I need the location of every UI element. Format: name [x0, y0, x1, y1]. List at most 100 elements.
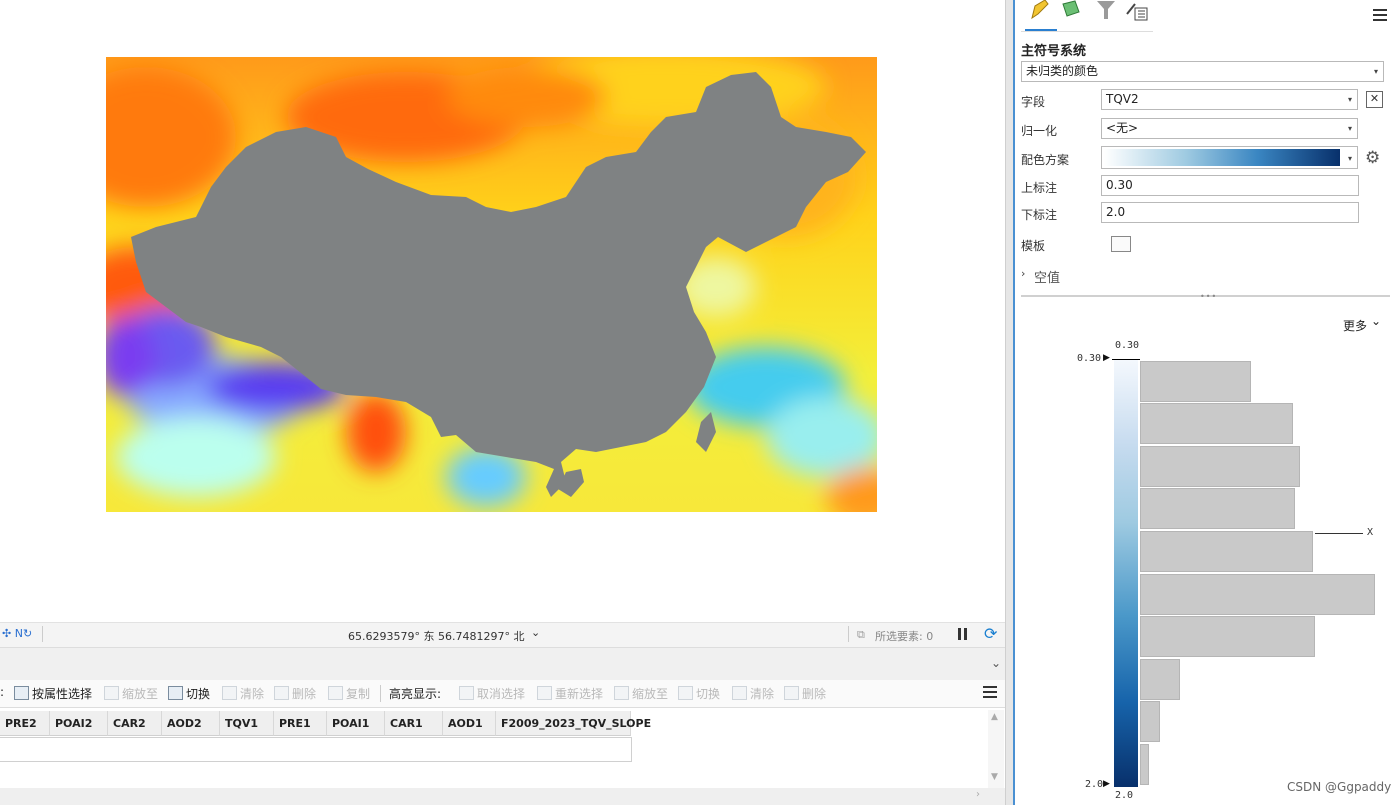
zoom-icon — [104, 686, 119, 700]
tab-vary-symbology[interactable] — [1061, 0, 1083, 20]
switch-selection-button[interactable]: 切换 — [168, 685, 210, 702]
reselect-button[interactable]: 重新选择 — [537, 685, 603, 702]
normalize-dropdown[interactable]: <无> ▾ — [1101, 118, 1358, 139]
lower-marker-icon[interactable]: ▶ — [1103, 779, 1110, 789]
primary-symbology-dropdown[interactable]: 未归类的颜色 ▾ — [1021, 61, 1384, 82]
histogram-bar — [1140, 659, 1180, 700]
color-scheme-label: 配色方案 — [1021, 153, 1070, 167]
zoom-to-button[interactable]: 缩放至 — [104, 685, 158, 702]
upper-label-label: 上标注 — [1021, 181, 1058, 195]
column-header[interactable]: PRE2 — [0, 711, 50, 736]
field-label: 字段 — [1021, 95, 1046, 109]
color-ramp-swatch — [1104, 149, 1340, 166]
lower-label-input[interactable]: 2.0 — [1101, 202, 1359, 223]
table-vertical-scrollbar[interactable]: ▲ ▼ — [988, 710, 1004, 788]
pane-menu-icon[interactable] — [1373, 9, 1387, 11]
template-label: 模板 — [1021, 239, 1046, 253]
coordinate-format-chevron-icon[interactable]: ⌄ — [531, 626, 540, 639]
pane-options-chevron-icon[interactable]: ⌄ — [991, 656, 1001, 670]
table-menu-icon[interactable] — [983, 686, 997, 688]
pause-icon-bar — [964, 628, 967, 640]
dropdown-arrow-icon: ▾ — [1347, 95, 1352, 104]
scroll-down-icon[interactable]: ▼ — [991, 772, 998, 782]
template-swatch[interactable] — [1111, 236, 1131, 252]
reselect-label: 重新选择 — [555, 687, 604, 701]
upper-label-input[interactable]: 0.30 — [1101, 175, 1359, 196]
lower-label-label: 下标注 — [1021, 208, 1058, 222]
tab-symbol-layer-filter[interactable] — [1095, 0, 1117, 20]
navigator-icon[interactable]: ✣ N↻ — [2, 627, 32, 640]
tab-primary-symbology[interactable] — [1029, 0, 1051, 20]
column-header[interactable]: CAR2 — [108, 711, 162, 736]
highlight-zoom-to-label: 缩放至 — [632, 687, 669, 701]
clear-label: 清除 — [240, 687, 265, 701]
color-scheme-dropdown[interactable]: ▾ — [1101, 146, 1358, 169]
upper-marker-icon[interactable]: ▶ — [1103, 353, 1110, 363]
column-header[interactable]: POAI2 — [50, 711, 108, 736]
histogram-bar — [1140, 574, 1375, 615]
coordinate-readout: 65.6293579° 东 56.7481297° 北 — [348, 630, 525, 643]
primary-symbology-title: 主符号系统 — [1021, 44, 1087, 59]
histogram-bar — [1140, 701, 1160, 742]
copy-selection-button[interactable]: 复制 — [328, 685, 370, 702]
mean-line — [1315, 533, 1363, 534]
delete-icon — [784, 686, 799, 700]
column-header[interactable]: F2009_2023_TQV_SLOPE — [496, 711, 651, 736]
reselect-icon — [537, 686, 552, 700]
column-header[interactable]: AOD2 — [162, 711, 220, 736]
highlight-zoom-to-button[interactable]: 缩放至 — [614, 685, 668, 702]
field-dropdown[interactable]: TQV2 ▾ — [1101, 89, 1358, 110]
unselect-button[interactable]: 取消选择 — [459, 685, 525, 702]
expand-chevron-icon[interactable]: › — [1021, 267, 1025, 280]
symbology-pane: 主符号系统 未归类的颜色 ▾ 字段 TQV2 ▾ ✕ 归一化 <无> ▾ 配色方… — [1013, 0, 1398, 805]
tab-divider — [1021, 31, 1153, 32]
histogram-bar — [1140, 744, 1149, 785]
select-by-attributes-label: 按属性选择 — [32, 687, 93, 701]
column-header[interactable]: PRE1 — [274, 711, 327, 736]
histogram-bar — [1140, 403, 1293, 444]
raster-map[interactable] — [106, 57, 877, 512]
chevron-down-icon[interactable]: ⌄ — [1371, 314, 1381, 328]
map-view[interactable] — [0, 0, 1005, 622]
copy-label: 复制 — [346, 687, 371, 701]
table-horizontal-scrollbar[interactable]: › — [0, 788, 1005, 805]
drag-handle-icon[interactable]: ••• — [1200, 292, 1217, 301]
expression-icon[interactable]: ✕ — [1366, 91, 1383, 108]
layers-icon — [1062, 0, 1080, 17]
null-values-section[interactable]: 空值 — [1034, 267, 1060, 286]
highlight-delete-button[interactable]: 删除 — [784, 685, 826, 702]
gear-icon[interactable]: ⚙ — [1365, 148, 1380, 168]
normalize-value: <无> — [1106, 121, 1139, 135]
mean-label: X — [1367, 527, 1374, 538]
filter-icon — [1097, 1, 1115, 19]
table-row[interactable] — [0, 737, 632, 762]
select-by-attributes-button[interactable]: 按属性选择 — [14, 685, 92, 702]
highlight-switch-button[interactable]: 切换 — [678, 685, 720, 702]
toolbar-separator: : — [0, 685, 5, 699]
column-header[interactable]: POAI1 — [327, 711, 385, 736]
zoom-icon — [614, 686, 629, 700]
histogram-bar — [1140, 531, 1313, 572]
highlight-switch-label: 切换 — [696, 687, 721, 701]
status-divider — [848, 626, 849, 642]
field-value: TQV2 — [1106, 92, 1139, 106]
column-header[interactable]: TQV1 — [220, 711, 274, 736]
column-header[interactable]: CAR1 — [385, 711, 443, 736]
delete-selection-button[interactable]: 删除 — [274, 685, 316, 702]
histogram-bar — [1140, 488, 1295, 529]
scroll-right-icon[interactable]: › — [976, 789, 980, 800]
selected-features-icon: ⧉ — [857, 628, 865, 641]
scroll-up-icon[interactable]: ▲ — [991, 712, 998, 722]
column-header[interactable]: AOD1 — [443, 711, 496, 736]
histogram-bar — [1140, 446, 1300, 487]
histogram-bar — [1140, 361, 1251, 402]
dropdown-arrow-icon: ▾ — [1347, 154, 1352, 163]
highlight-clear-button[interactable]: 清除 — [732, 685, 774, 702]
clear-selection-button[interactable]: 清除 — [222, 685, 264, 702]
lower-marker-label: 2.0 — [1085, 779, 1104, 790]
tab-advanced-symbology[interactable] — [1125, 0, 1149, 22]
pause-icon[interactable] — [958, 628, 961, 640]
zoom-to-label: 缩放至 — [122, 687, 159, 701]
refresh-icon[interactable]: ⟳ — [984, 624, 997, 643]
pencil-icon — [1031, 0, 1049, 20]
